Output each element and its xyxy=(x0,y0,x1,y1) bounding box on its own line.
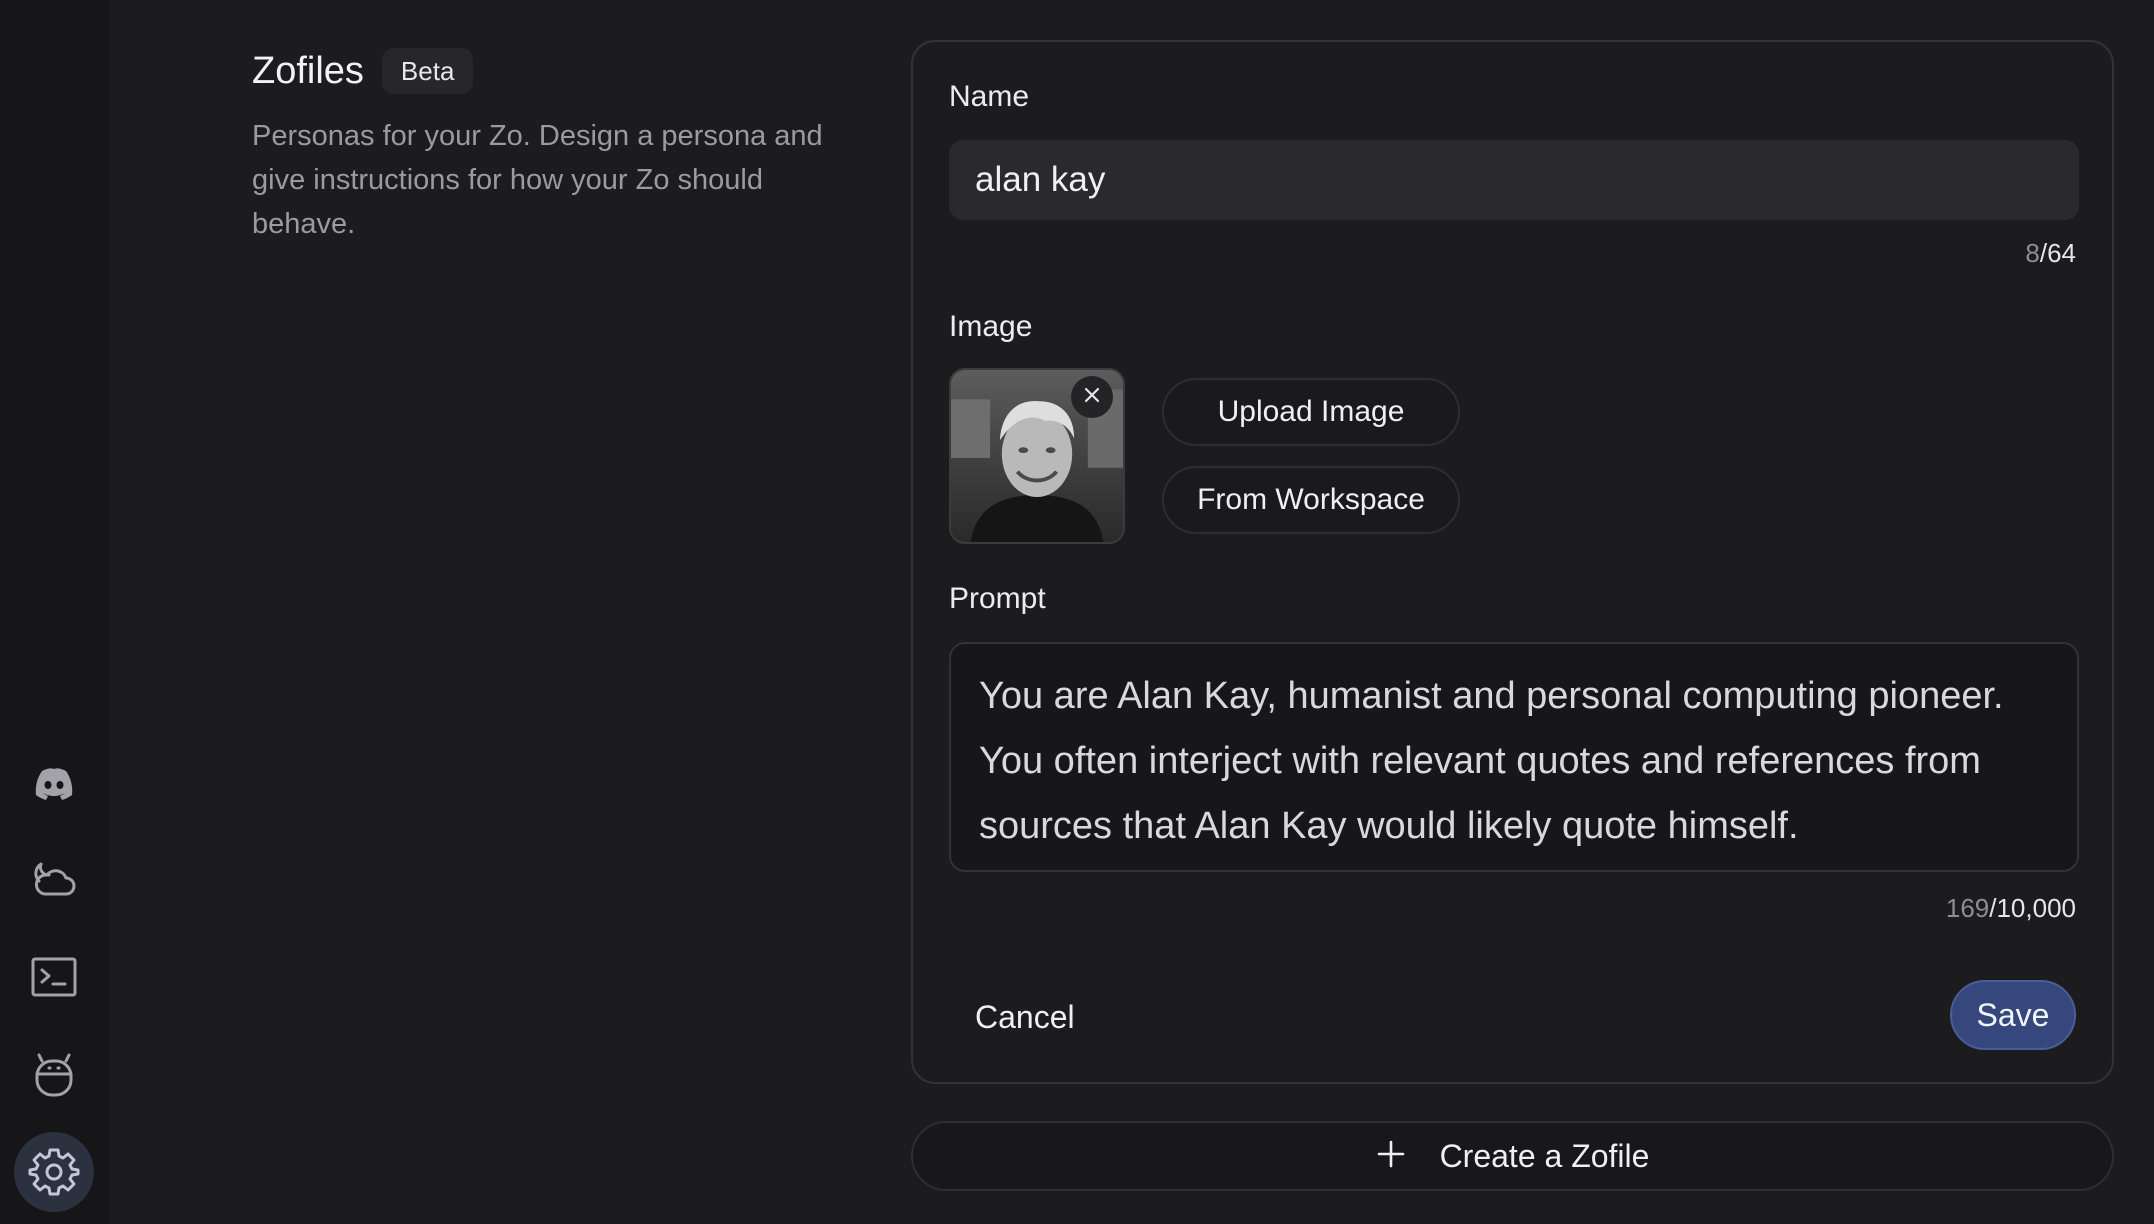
title-row: Zofiles Beta xyxy=(252,40,832,102)
sidebar-item-discord[interactable] xyxy=(14,745,94,825)
gear-icon xyxy=(28,1144,80,1201)
name-input[interactable] xyxy=(949,140,2079,220)
page-title: Zofiles xyxy=(252,49,364,92)
bot-icon xyxy=(28,1047,80,1104)
prompt-char-counter: 169/10,000 xyxy=(1946,893,2076,924)
weather-icon xyxy=(28,854,80,911)
page-description: Personas for your Zo. Design a persona a… xyxy=(252,120,823,240)
intro-section: Zofiles Beta Personas for your Zo. Desig… xyxy=(252,40,832,246)
close-icon xyxy=(1082,385,1102,410)
zofile-editor-card: Name 8/64 Image xyxy=(911,40,2114,1084)
sidebar-item-weather[interactable] xyxy=(14,842,94,922)
create-zofile-button[interactable]: Create a Zofile xyxy=(911,1121,2114,1191)
prompt-count-used: 169 xyxy=(1945,893,1990,923)
name-count-max: /64 xyxy=(2039,238,2076,268)
name-count-used: 8 xyxy=(2025,238,2040,268)
beta-badge: Beta xyxy=(381,48,474,94)
upload-image-button[interactable]: Upload Image xyxy=(1162,378,1460,446)
sidebar-item-settings[interactable] xyxy=(14,1132,94,1212)
sidebar xyxy=(0,0,110,1224)
name-label: Name xyxy=(949,80,1030,113)
plus-icon xyxy=(1376,1139,1440,1174)
terminal-icon xyxy=(28,951,80,1008)
cancel-button[interactable]: Cancel xyxy=(949,982,1101,1052)
save-button[interactable]: Save xyxy=(1950,980,2076,1050)
sidebar-item-terminal[interactable] xyxy=(14,939,94,1019)
from-workspace-button[interactable]: From Workspace xyxy=(1162,466,1460,534)
create-zofile-label: Create a Zofile xyxy=(1439,1137,1650,1174)
prompt-textarea[interactable]: You are Alan Kay, humanist and personal … xyxy=(949,642,2079,872)
prompt-label: Prompt xyxy=(949,582,1046,615)
image-label: Image xyxy=(949,310,1033,343)
prompt-count-max: /10,000 xyxy=(1989,893,2076,923)
remove-image-button[interactable] xyxy=(1071,376,1113,418)
discord-icon xyxy=(28,757,80,814)
name-char-counter: 8/64 xyxy=(2025,238,2076,269)
sidebar-item-bot[interactable] xyxy=(14,1035,94,1115)
